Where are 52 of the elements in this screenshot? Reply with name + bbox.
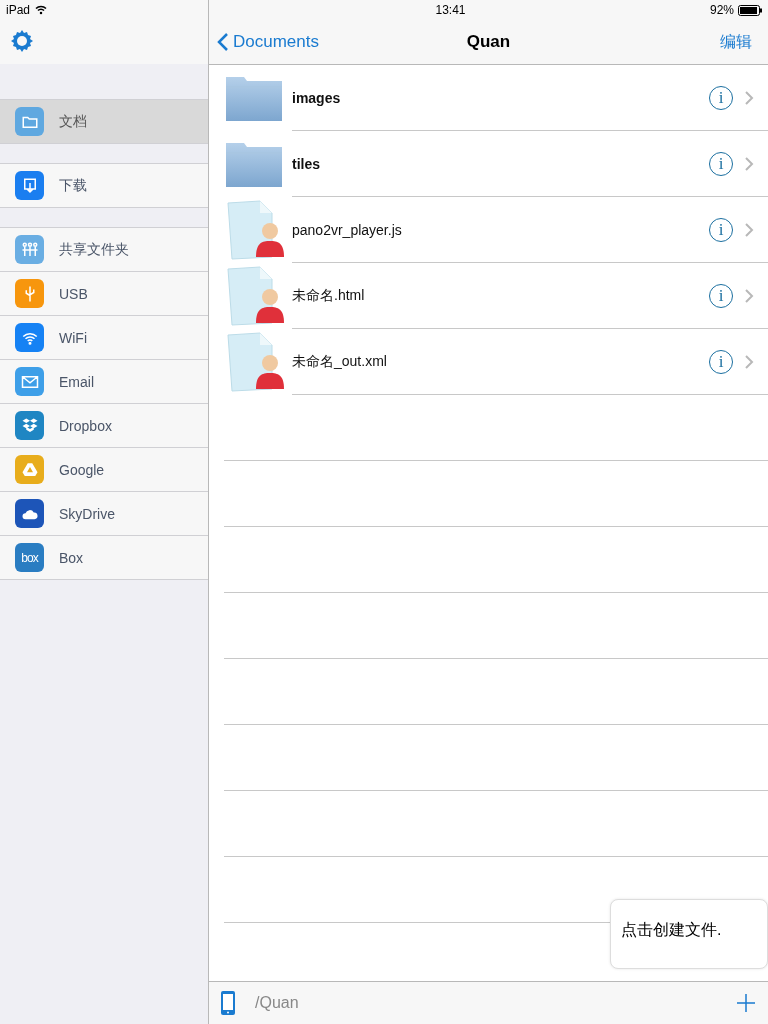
back-label: Documents — [233, 32, 319, 52]
chevron-icon — [745, 354, 754, 369]
box-logo: box — [21, 550, 38, 565]
sidebar-label: Google — [59, 461, 105, 478]
tooltip: 点击创建文件. — [610, 899, 768, 969]
sidebar-label: 共享文件夹 — [59, 240, 129, 259]
chevron-icon — [745, 156, 754, 171]
sidebar-label: Email — [59, 373, 94, 390]
file-name[interactable]: pano2vr_player.js — [292, 221, 709, 238]
battery-icon — [738, 4, 762, 16]
add-button[interactable] — [736, 993, 756, 1013]
file-name[interactable]: tiles — [292, 155, 709, 172]
edit-link[interactable]: 编辑 — [720, 31, 768, 53]
file-name[interactable]: images — [292, 89, 709, 106]
sidebar-label: 下载 — [59, 176, 87, 195]
sidebar-item[interactable]: WiFi — [0, 316, 208, 360]
sidebar-label: 文档 — [59, 112, 87, 131]
battery-percent: 92% — [709, 3, 734, 17]
wifi-icon — [35, 5, 48, 15]
triangle-icon — [20, 460, 39, 479]
file-name[interactable]: 未命名_out.xml — [292, 352, 709, 371]
sidebar-item[interactable]: SkyDrive — [0, 492, 208, 536]
chevron-icon — [745, 288, 754, 303]
sidebar-item[interactable]: USB — [0, 272, 208, 316]
document-person-icon — [224, 331, 284, 393]
nav-title: Quan — [466, 32, 511, 52]
sidebar-item[interactable]: Google — [0, 448, 208, 492]
sidebar-item[interactable]: Email — [0, 360, 208, 404]
sidebar-label: Box — [59, 549, 84, 566]
chevron-icon — [745, 90, 754, 105]
document-person-icon — [224, 265, 284, 327]
path-label: /Quan — [255, 994, 300, 1012]
people-icon — [20, 240, 39, 259]
document-person-icon — [224, 199, 284, 261]
settings-icon[interactable] — [10, 29, 34, 53]
chevron-icon — [745, 222, 754, 237]
device-name: iPad — [6, 3, 31, 17]
sidebar-label: SkyDrive — [59, 505, 115, 522]
box-icon — [20, 416, 39, 435]
sidebar-label: WiFi — [59, 329, 87, 346]
phone-icon — [221, 991, 235, 1015]
back-chevron-icon — [217, 32, 229, 52]
file-name[interactable]: 未命名.html — [292, 286, 709, 305]
back-link[interactable]: Documents — [209, 32, 467, 52]
sidebar-label: Dropbox — [59, 417, 112, 434]
sidebar-item[interactable]: 共享文件夹 — [0, 228, 208, 272]
clock: 13:41 — [434, 3, 467, 17]
sidebar-item[interactable]: Dropbox — [0, 404, 208, 448]
sidebar-item[interactable]: 下载 — [0, 164, 208, 208]
sidebar-item[interactable]: 文档 — [0, 100, 208, 144]
sidebar-item[interactable]: box Box — [0, 536, 208, 580]
sidebar-label: USB — [59, 285, 88, 302]
